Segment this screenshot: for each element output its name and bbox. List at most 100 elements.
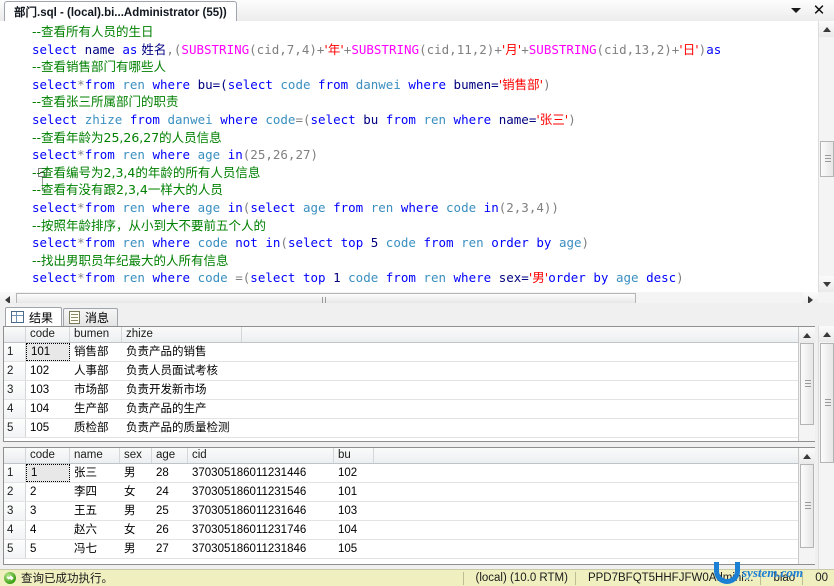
column-header-cid[interactable]: cid — [188, 448, 334, 463]
table-cell[interactable]: 赵六 — [70, 521, 120, 539]
table-cell[interactable]: 质检部 — [70, 419, 122, 437]
row-number[interactable]: 1 — [4, 343, 26, 361]
row-number[interactable]: 1 — [4, 464, 26, 482]
table-cell[interactable]: 男 — [120, 464, 152, 482]
table-row[interactable]: 3 103 市场部 负责开发新市场 — [4, 381, 814, 400]
grid2-vscroll-thumb[interactable] — [800, 464, 814, 548]
grid1-scroll-up-button[interactable] — [799, 327, 815, 343]
code-line[interactable]: select*from ren where code not in(select… — [32, 234, 804, 252]
table-row[interactable]: 5 5 冯七男 27 370305186011231846 105 — [4, 540, 814, 559]
table-cell[interactable]: 负责人员面试考核 — [122, 362, 242, 380]
table-cell[interactable]: 张三 — [70, 464, 120, 482]
grid2-scroll-up-button[interactable] — [799, 448, 815, 464]
table-cell[interactable]: 生产部 — [70, 400, 122, 418]
table-cell[interactable]: 男 — [120, 502, 152, 520]
table-cell[interactable]: 24 — [152, 483, 188, 501]
table-cell[interactable]: 101 — [334, 483, 374, 501]
code-line[interactable]: select*from ren where age in(select age … — [32, 199, 804, 217]
results-scroll-up-button[interactable] — [819, 326, 834, 342]
table-cell[interactable]: 李四 — [70, 483, 120, 501]
row-number[interactable]: 2 — [4, 362, 26, 380]
row-number[interactable]: 2 — [4, 483, 26, 501]
table-cell[interactable]: 370305186011231646 — [188, 502, 334, 520]
results-grid-danwei[interactable]: code bumen zhize 1 101 销售部 负责产品的销售 2 102 人事部 负责人员面… — [3, 326, 815, 442]
results-pane-scroll-thumb[interactable] — [820, 343, 834, 463]
code-line[interactable]: --查看所有人员的生日 — [32, 23, 804, 41]
table-row[interactable]: 3 3 王五男 25 370305186011231646 103 — [4, 502, 814, 521]
code-line[interactable]: select*from ren where bu=(select code fr… — [32, 76, 804, 94]
table-row[interactable]: 4 4 赵六女 26 370305186011231746 104 — [4, 521, 814, 540]
row-number[interactable]: 4 — [4, 400, 26, 418]
table-cell[interactable]: 2 — [26, 483, 70, 501]
column-header-bu[interactable]: bu — [334, 448, 374, 463]
table-cell[interactable]: 27 — [152, 540, 188, 558]
table-cell[interactable]: 销售部 — [70, 343, 122, 361]
table-cell[interactable]: 370305186011231846 — [188, 540, 334, 558]
code-line[interactable]: --查看有没有跟2,3,4一样大的人员 — [32, 181, 804, 199]
select-all-corner[interactable] — [4, 327, 26, 342]
code-line[interactable]: --查看张三所属部门的职责 — [32, 93, 804, 111]
table-cell[interactable]: 冯七 — [70, 540, 120, 558]
table-cell[interactable]: 女 — [120, 483, 152, 501]
table-cell[interactable]: 101 — [26, 343, 70, 361]
table-cell[interactable]: 370305186011231546 — [188, 483, 334, 501]
table-cell[interactable]: 4 — [26, 521, 70, 539]
column-header-sex[interactable]: sex — [120, 448, 152, 463]
table-cell[interactable]: 370305186011231446 — [188, 464, 334, 482]
code-line[interactable]: --查看年龄为25,26,27的人员信息 — [32, 129, 804, 147]
table-row[interactable]: 1 1 张三男 28 370305186011231446 102 — [4, 464, 814, 483]
code-line[interactable]: select*from ren where age in(25,26,27) — [32, 146, 804, 164]
table-cell[interactable]: 3 — [26, 502, 70, 520]
scroll-up-button[interactable] — [819, 21, 834, 37]
row-number[interactable]: 5 — [4, 419, 26, 437]
table-cell[interactable]: 103 — [334, 502, 374, 520]
code-line[interactable]: select name as 姓名,(SUBSTRING(cid,7,4)+'年… — [32, 41, 804, 59]
row-number[interactable]: 4 — [4, 521, 26, 539]
table-cell[interactable]: 王五 — [70, 502, 120, 520]
code-line[interactable]: --查看编号为2,3,4的年龄的所有人员信息 — [32, 164, 804, 182]
table-row[interactable]: 2 102 人事部 负责人员面试考核 — [4, 362, 814, 381]
table-cell[interactable]: 25 — [152, 502, 188, 520]
code-line[interactable]: --查看销售部门有哪些人 — [32, 58, 804, 76]
table-cell[interactable]: 370305186011231746 — [188, 521, 334, 539]
column-header-code[interactable]: code — [26, 448, 70, 463]
table-cell[interactable]: 负责开发新市场 — [122, 381, 242, 399]
table-cell[interactable]: 男 — [120, 540, 152, 558]
editor-vertical-scrollbar[interactable] — [818, 21, 834, 292]
tab-messages[interactable]: 消息 — [63, 308, 119, 326]
table-row[interactable]: 4 104 生产部 负责产品的生产 — [4, 400, 814, 419]
table-cell[interactable]: 102 — [334, 464, 374, 482]
table-cell[interactable]: 104 — [26, 400, 70, 418]
table-cell[interactable]: 105 — [334, 540, 374, 558]
code-text-area[interactable]: --查看所有人员的生日 select name as 姓名,(SUBSTRING(… — [32, 23, 804, 289]
column-header-name[interactable]: name — [70, 448, 120, 463]
table-cell[interactable]: 5 — [26, 540, 70, 558]
chevron-down-icon[interactable] — [786, 0, 806, 21]
document-tab-department-sql[interactable]: 部门.sql - (local).bi...Administrator (55)… — [4, 1, 237, 21]
column-header-bumen[interactable]: bumen — [70, 327, 122, 342]
scroll-down-button[interactable] — [819, 276, 834, 292]
table-cell[interactable]: 市场部 — [70, 381, 122, 399]
table-row[interactable]: 5 105 质检部 负责产品的质量检测 — [4, 419, 814, 438]
tab-results[interactable]: 结果 — [5, 307, 63, 326]
select-all-corner[interactable] — [4, 448, 26, 463]
table-cell[interactable]: 负责产品的销售 — [122, 343, 242, 361]
column-header-zhize[interactable]: zhize — [122, 327, 242, 342]
code-line[interactable]: --按照年龄排序，从小到大不要前五个人的 — [32, 217, 804, 235]
table-cell[interactable]: 103 — [26, 381, 70, 399]
row-number[interactable]: 5 — [4, 540, 26, 558]
results-pane-scrollbar[interactable] — [818, 326, 834, 569]
code-line[interactable]: select zhize from danwei where code=(sel… — [32, 111, 804, 129]
column-header-age[interactable]: age — [152, 448, 188, 463]
code-line[interactable]: select*from ren where code =(select top … — [32, 269, 804, 287]
table-cell[interactable]: 人事部 — [70, 362, 122, 380]
row-number[interactable]: 3 — [4, 502, 26, 520]
table-cell[interactable]: 28 — [152, 464, 188, 482]
table-row[interactable]: 2 2 李四女 24 370305186011231546 101 — [4, 483, 814, 502]
column-header-code[interactable]: code — [26, 327, 70, 342]
table-cell[interactable]: 104 — [334, 521, 374, 539]
table-cell[interactable]: 女 — [120, 521, 152, 539]
table-row[interactable]: 1 101 销售部 负责产品的销售 — [4, 343, 814, 362]
table-cell[interactable]: 26 — [152, 521, 188, 539]
row-number[interactable]: 3 — [4, 381, 26, 399]
